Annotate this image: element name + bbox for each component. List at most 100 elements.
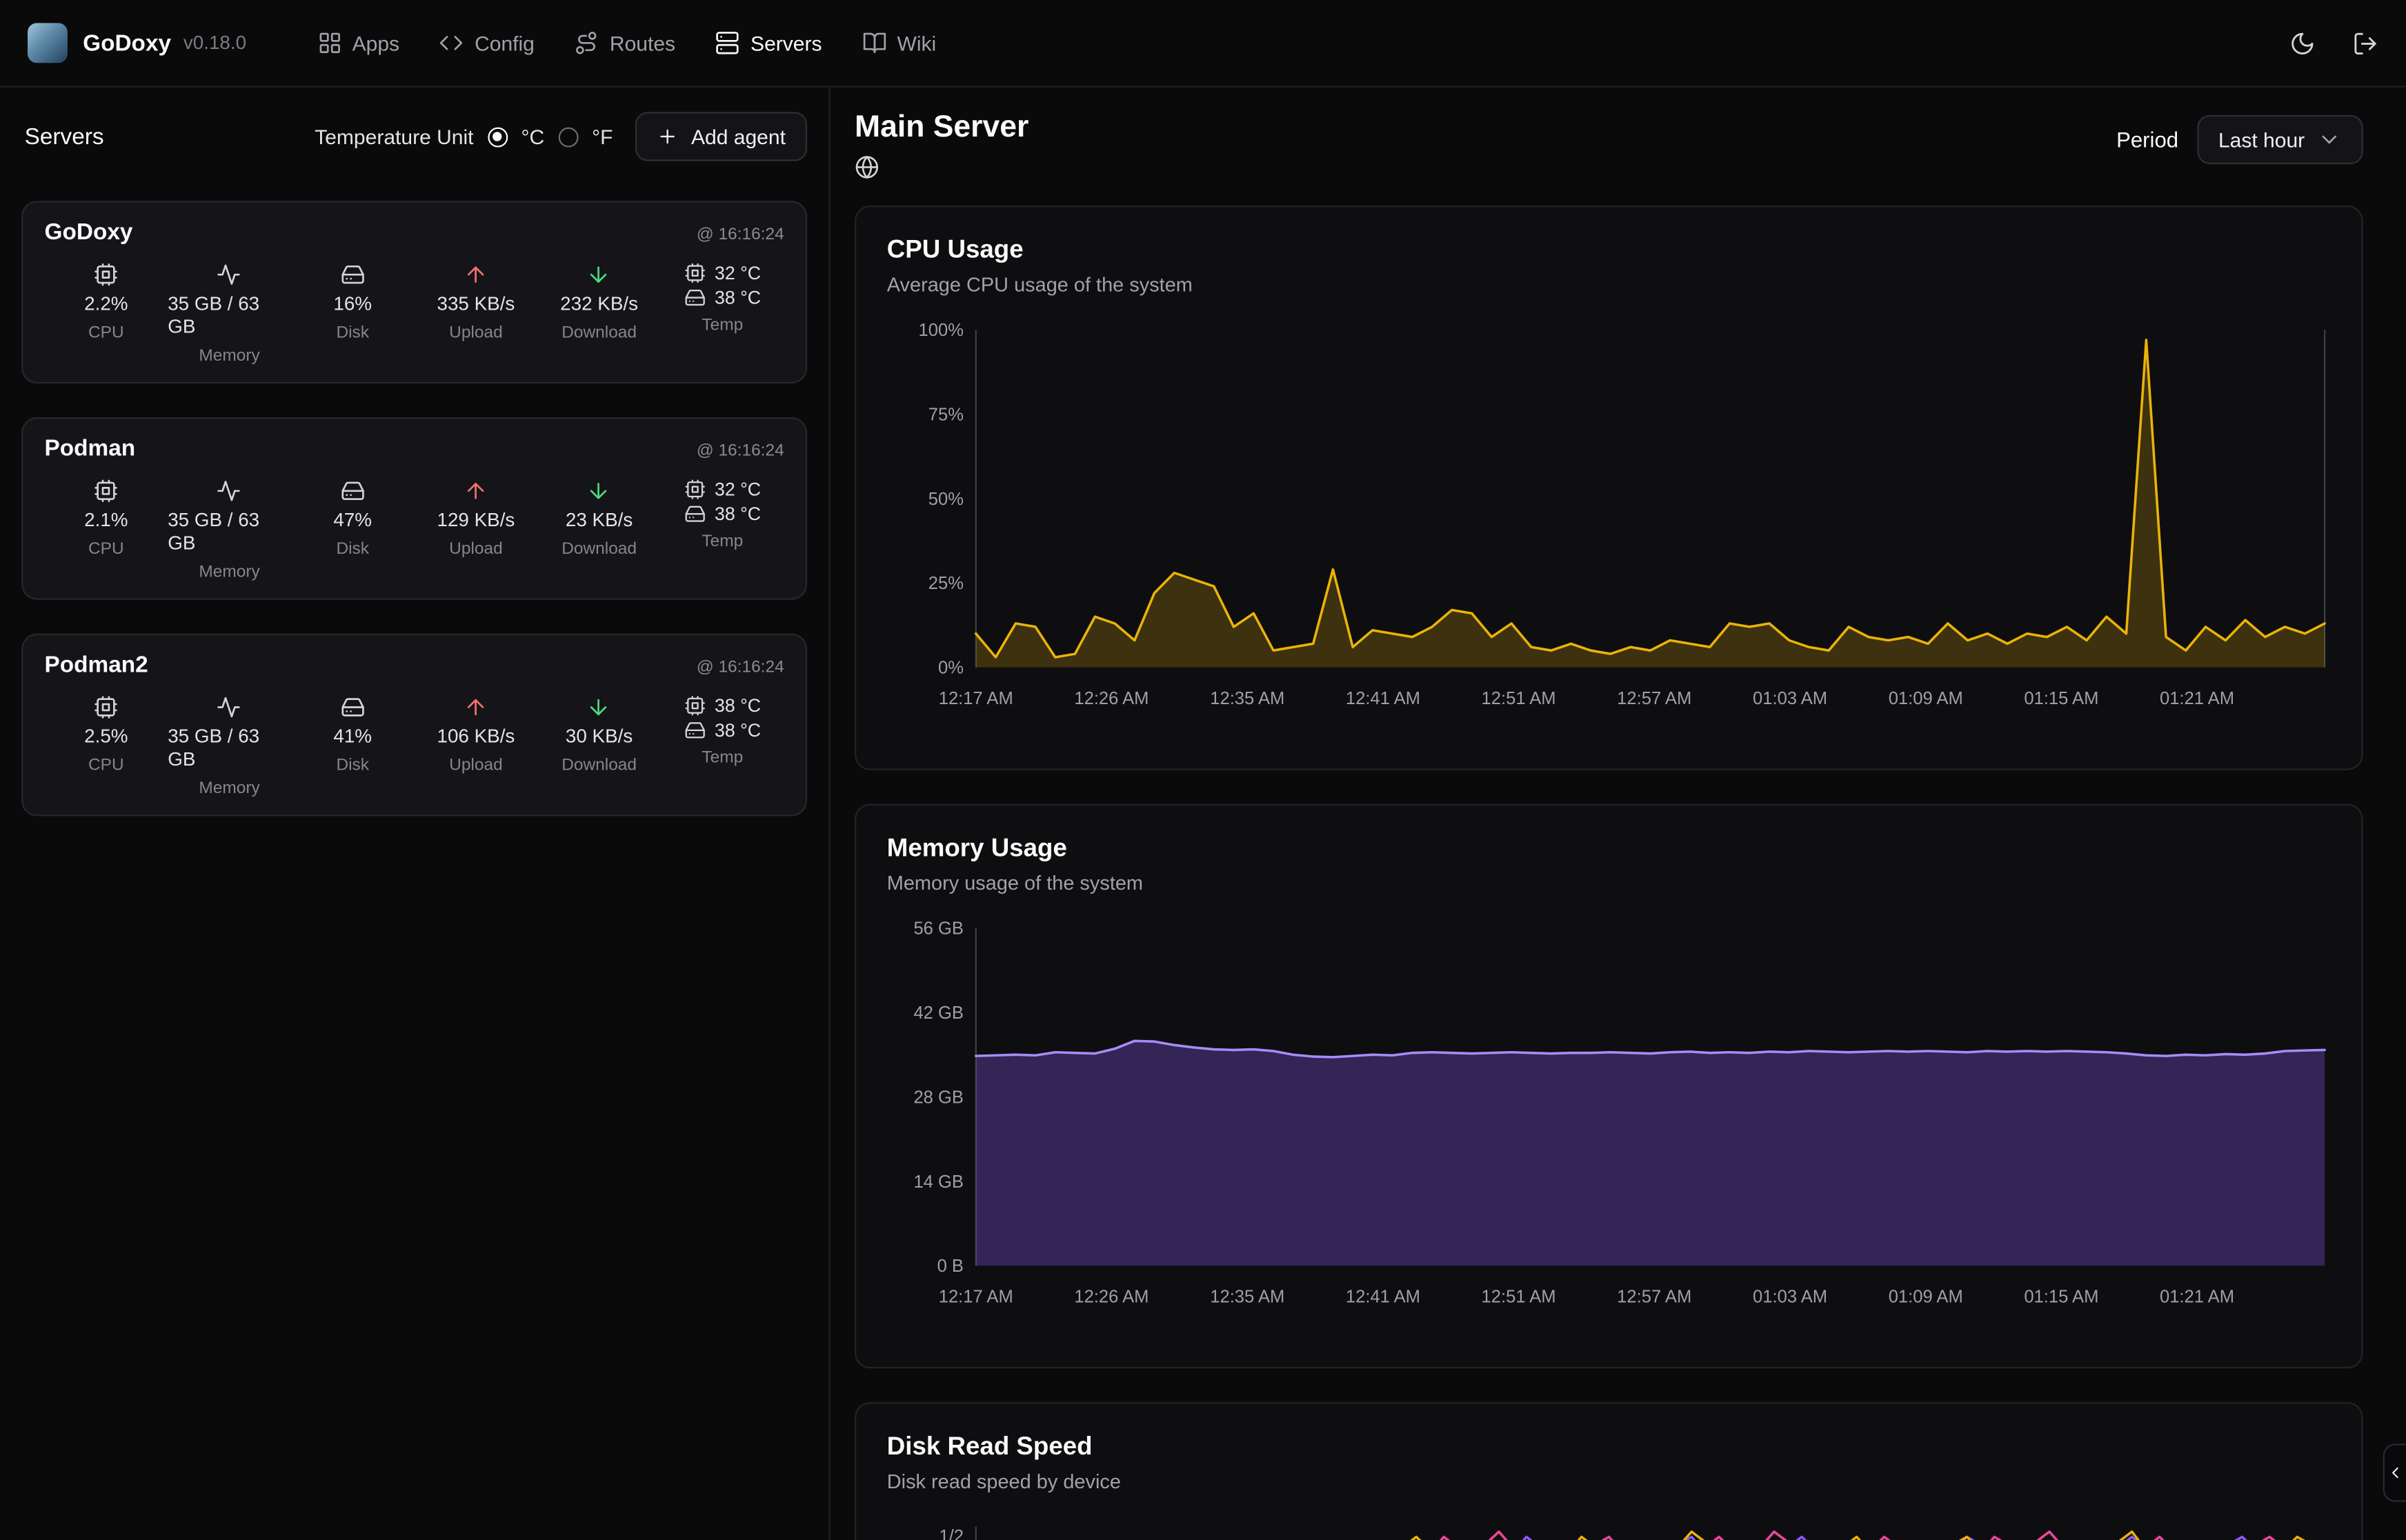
temp-stat: 38 °C 38 °C Temp [661,695,784,799]
svg-text:01:03 AM: 01:03 AM [1753,689,1827,708]
svg-text:0%: 0% [938,659,964,678]
svg-text:12:35 AM: 12:35 AM [1210,1288,1284,1307]
temp-stat: 32 °C 38 °C Temp [661,262,784,366]
nav-item-servers[interactable]: Servers [715,30,822,55]
svg-text:12:51 AM: 12:51 AM [1482,689,1556,708]
memory-stat: 35 GB / 63 GB Memory [168,479,291,583]
download-label: Download [561,757,637,777]
disk-label: Disk [336,323,369,343]
disk-temp-value: 38 °C [715,719,761,741]
svg-text:01:15 AM: 01:15 AM [2024,689,2098,708]
upload-stat: 106 KB/s Upload [415,695,538,799]
cpu-temp-value: 32 °C [715,262,761,283]
fahrenheit-radio[interactable] [558,127,578,147]
server-name: GoDoxy [45,218,133,248]
disk-value: 47% [333,510,372,532]
svg-text:12:17 AM: 12:17 AM [939,689,1013,708]
cpu-stat: 2.2% CPU [45,262,168,366]
download-stat: 30 KB/s Download [537,695,661,799]
temperature-unit-label: Temperature Unit [315,125,473,148]
memory-label: Memory [199,347,259,367]
fahrenheit-label: °F [592,125,613,148]
upload-label: Upload [449,757,503,777]
chip-icon [94,262,119,287]
memory-value: 35 GB / 63 GB [168,293,291,339]
svg-text:01:15 AM: 01:15 AM [2024,1288,2098,1307]
svg-text:0 B: 0 B [937,1257,964,1276]
temp-label: Temp [702,749,743,769]
disk-read-speed-chart: 1/2MB/s [887,1514,2331,1540]
celsius-radio[interactable] [488,127,508,147]
svg-text:56 GB: 56 GB [913,919,964,939]
disk-stat: 41% Disk [291,695,415,799]
chevron-left-icon [2386,1463,2405,1482]
disk-value: 41% [333,726,372,748]
memory-usage-card: Memory Usage Memory usage of the system … [855,804,2363,1369]
nav-item-routes[interactable]: Routes [575,30,675,55]
logout-icon[interactable] [2352,30,2378,56]
hard-drive-icon [340,479,365,503]
chip-icon [94,695,119,720]
moon-icon[interactable] [2289,30,2316,56]
server-timestamp: @ 16:16:24 [697,652,784,682]
activity-icon [217,695,242,720]
temp-label: Temp [702,532,743,552]
svg-text:12:51 AM: 12:51 AM [1482,1288,1556,1307]
svg-text:12:57 AM: 12:57 AM [1617,689,1691,708]
server-timestamp: @ 16:16:24 [697,219,784,250]
download-value: 30 KB/s [566,726,633,748]
download-stat: 23 KB/s Download [537,479,661,583]
panel-collapse-handle[interactable] [2383,1443,2406,1502]
cpu-stat: 2.5% CPU [45,695,168,799]
hard-drive-icon [684,503,705,525]
arrow-down-icon [587,262,612,287]
period-dropdown[interactable]: Last hour [2197,115,2363,164]
svg-text:12:26 AM: 12:26 AM [1074,1288,1149,1307]
hard-drive-icon [684,719,705,741]
nav-item-apps[interactable]: Apps [317,30,399,55]
server-card-godoxy[interactable]: GoDoxy @ 16:16:24 2.2% CPU 35 GB / 63 GB… [21,201,807,383]
temp-label: Temp [702,316,743,336]
page-title: Main Server [855,109,1028,146]
book-icon [862,30,886,55]
server-detail-panel: Main Server Period Last hour CPU Usage A… [830,88,2406,1540]
chart-subtitle: Average CPU usage of the system [887,273,2331,296]
chip-icon [684,695,705,717]
upload-value: 129 KB/s [437,510,515,532]
add-agent-button[interactable]: Add agent [636,112,807,161]
upload-value: 106 KB/s [437,726,515,748]
cpu-usage-chart: 100%75%50%25%0%12:17 AM12:26 AM12:35 AM1… [887,317,2331,753]
hard-drive-icon [684,287,705,308]
svg-text:01:21 AM: 01:21 AM [2160,689,2234,708]
navbar-actions [2289,30,2378,56]
svg-text:25%: 25% [928,574,964,593]
chart-subtitle: Memory usage of the system [887,872,2331,894]
arrow-down-icon [587,695,612,720]
arrow-down-icon [587,479,612,503]
cpu-stat: 2.1% CPU [45,479,168,583]
server-card-podman2[interactable]: Podman2 @ 16:16:24 2.5% CPU 35 GB / 63 G… [21,634,807,817]
cpu-label: CPU [88,757,124,777]
nav-item-config[interactable]: Config [439,30,535,55]
svg-text:14 GB: 14 GB [913,1172,964,1192]
nav-item-wiki[interactable]: Wiki [862,30,936,55]
chip-icon [94,479,119,503]
top-navbar: GoDoxy v0.18.0 Apps Config Routes Server… [0,0,2406,88]
chart-subtitle: Disk read speed by device [887,1470,2331,1492]
download-value: 23 KB/s [566,510,633,532]
server-card-podman[interactable]: Podman @ 16:16:24 2.1% CPU 35 GB / 63 GB… [21,417,807,600]
chart-title: Memory Usage [887,833,2331,863]
upload-value: 335 KB/s [437,293,515,316]
activity-icon [217,479,242,503]
activity-icon [217,262,242,287]
download-label: Download [561,540,637,560]
route-icon [575,30,599,55]
app-logo[interactable] [28,23,68,63]
disk-label: Disk [336,540,369,560]
servers-panel: Servers Temperature Unit °C °F Add agent… [0,88,830,1540]
svg-text:28 GB: 28 GB [913,1088,964,1107]
cpu-temp-value: 38 °C [715,695,761,717]
globe-icon [855,155,879,180]
temperature-unit-group: Temperature Unit °C °F [315,125,613,148]
period-label: Period [2116,128,2178,152]
